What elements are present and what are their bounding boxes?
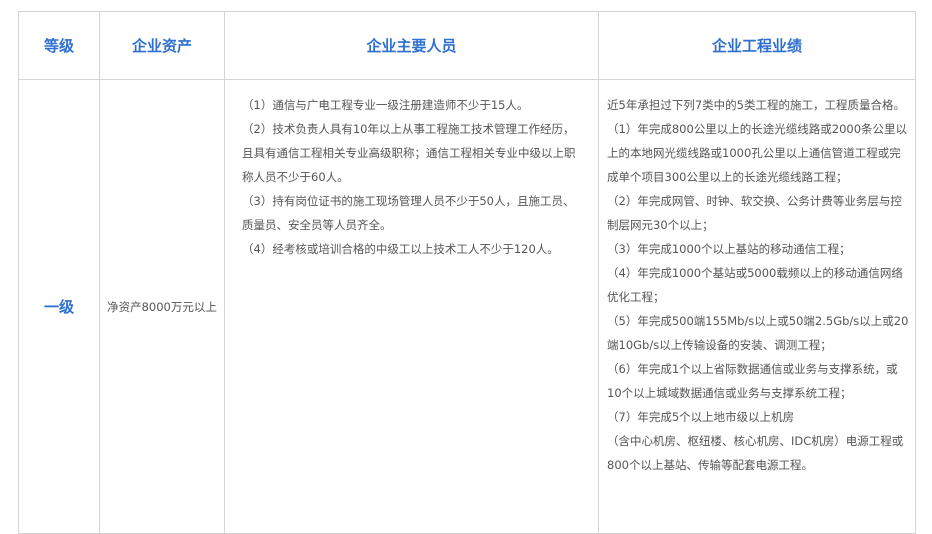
- personnel-item: （2）技术负责人具有10年以上从事工程施工技术管理工作经历，且具有通信工程相关专…: [242, 122, 576, 184]
- personnel-item: （3）持有岗位证书的施工现场管理人员不少于50人，且施工员、质量员、安全员等人员…: [242, 194, 575, 232]
- qualification-table: 等级 企业资产 企业主要人员 企业工程业绩 一级 净资产8000万元以上 （1）…: [18, 11, 916, 534]
- performance-item: （6）年完成1个以上省际数据通信或业务与支撑系统，或10个以上城域数据通信或业务…: [607, 362, 898, 400]
- performance-intro: 近5年承担过下列7类中的5类工程的施工，工程质量合格。: [607, 98, 905, 112]
- asset-cell: 净资产8000万元以上: [99, 79, 225, 534]
- performance-item: （7）年完成5个以上地市级以上机房: [607, 410, 795, 424]
- performance-cell: 近5年承担过下列7类中的5类工程的施工，工程质量合格。 （1）年完成800公里以…: [598, 79, 916, 534]
- personnel-cell: （1）通信与广电工程专业一级注册建造师不少于15人。 （2）技术负责人具有10年…: [224, 79, 599, 534]
- header-assets: 企业资产: [99, 11, 225, 80]
- performance-item: （5）年完成500端155Mb/s以上或50端2.5Gb/s以上或20端10Gb…: [607, 314, 909, 352]
- performance-item: （2）年完成网管、时钟、软交换、公务计费等业务层与控制层网元30个以上；: [607, 194, 902, 232]
- table-header-row: 等级 企业资产 企业主要人员 企业工程业绩: [18, 11, 916, 80]
- performance-item: （1）年完成800公里以上的长途光缆线路或2000条公里以上的本地网光缆线路或1…: [607, 122, 908, 184]
- personnel-item: （4）经考核或培训合格的中级工以上技术工人不少于120人。: [242, 242, 559, 256]
- performance-item: （含中心机房、枢纽楼、核心机房、IDC机房）电源工程或800个以上基站、传输等配…: [607, 434, 904, 472]
- personnel-item: （1）通信与广电工程专业一级注册建造师不少于15人。: [242, 98, 529, 112]
- performance-item: （4）年完成1000个基站或5000载频以上的移动通信网络优化工程；: [607, 266, 903, 304]
- table-row: 一级 净资产8000万元以上 （1）通信与广电工程专业一级注册建造师不少于15人…: [18, 79, 916, 534]
- grade-cell: 一级: [18, 79, 100, 534]
- header-personnel: 企业主要人员: [224, 11, 599, 80]
- performance-item: （3）年完成1000个以上基站的移动通信工程；: [607, 242, 851, 256]
- header-grade: 等级: [18, 11, 100, 80]
- header-performance: 企业工程业绩: [598, 11, 916, 80]
